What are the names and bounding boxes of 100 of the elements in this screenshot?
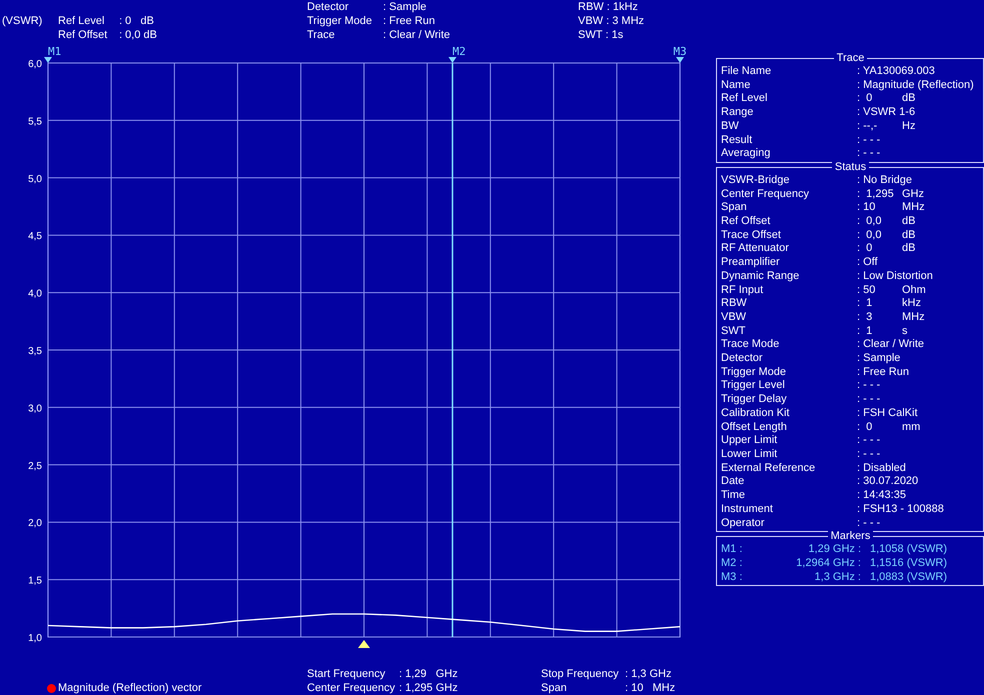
- y-tick-label: 2,0: [28, 518, 42, 530]
- field-unit: MHz: [902, 201, 926, 216]
- frequency-setting: Stop Frequency : 1,3 GHz: [541, 667, 672, 681]
- field-label: Trace Offset: [721, 228, 782, 242]
- field-value: : 0,0: [857, 228, 882, 242]
- field-label: Operator: [721, 516, 766, 530]
- header-setting: Trigger Mode : Free Run: [307, 14, 436, 28]
- field-value: : Free Run: [857, 366, 910, 380]
- field-unit: dB: [902, 92, 916, 106]
- y-tick-label: 2,5: [28, 460, 42, 472]
- field-unit: dB: [902, 228, 916, 242]
- field-unit: mm: [902, 420, 922, 434]
- marker-value: 1,0883 (VSWR): [869, 570, 948, 584]
- field-unit: dB: [902, 242, 916, 256]
- marker-frequency: 1,2964 GHz :: [795, 556, 861, 571]
- field-label: Ref Offset: [721, 215, 772, 229]
- field-label: Upper Limit: [721, 434, 778, 448]
- field-label: Span: [721, 201, 748, 216]
- field-value: : 3: [857, 310, 874, 325]
- field-label: SWT: [721, 324, 746, 338]
- field-label: Trigger Mode: [721, 366, 788, 380]
- header-setting: Ref Offset : 0,0 dB: [58, 28, 158, 42]
- y-tick-label: 6,0: [28, 59, 42, 70]
- frequency-setting: Span : 10 MHz: [541, 681, 676, 695]
- field-unit: GHz: [902, 188, 925, 202]
- field-label: Trigger Delay: [721, 393, 788, 407]
- field-label: Averaging: [721, 147, 772, 161]
- field-value: : VSWR 1-6: [857, 106, 916, 120]
- field-label: Result: [721, 134, 754, 148]
- marker-triangle-icon: [448, 57, 456, 63]
- header-setting: SWT : 1s: [578, 28, 624, 42]
- field-value: : 1: [857, 297, 874, 311]
- marker-frequency: 1,29 GHz :: [807, 543, 861, 557]
- field-label: RF Attenuator: [721, 242, 790, 256]
- marker-name: M1 :: [721, 543, 744, 557]
- field-label: Ref Level: [721, 92, 768, 106]
- y-tick-label: 5,0: [28, 174, 42, 185]
- field-value: : - - -: [857, 393, 882, 407]
- y-tick-label: 5,5: [28, 116, 42, 128]
- field-value: : - - -: [857, 516, 882, 530]
- marker-label: M3: [673, 45, 687, 58]
- header-setting: Ref Level : 0 dB: [58, 14, 155, 28]
- field-label: Center Frequency: [721, 188, 810, 202]
- field-value: : FSH CalKit: [857, 406, 919, 421]
- marker-frequency: 1,3 GHz :: [814, 570, 861, 584]
- field-label: Preamplifier: [721, 256, 781, 270]
- field-value: : 1: [857, 324, 874, 338]
- field-value: : 10: [857, 201, 876, 216]
- field-unit: s: [902, 324, 908, 338]
- legend-label: Magnitude (Reflection) vector: [58, 681, 202, 695]
- field-value: : Magnitude (Reflection): [857, 78, 975, 92]
- field-value: : 1,295: [857, 188, 895, 202]
- field-value: : - - -: [857, 147, 882, 161]
- field-label: Detector: [721, 352, 764, 366]
- field-value: : - - -: [857, 379, 882, 394]
- field-value: : 14:43:35: [857, 489, 907, 503]
- field-value: : 0: [857, 420, 874, 434]
- y-tick-label: 1,0: [28, 633, 42, 644]
- marker-triangle-icon: [676, 57, 684, 63]
- y-tick-label: 3,0: [28, 403, 42, 414]
- field-label: Trigger Level: [721, 379, 786, 394]
- field-value: : No Bridge: [857, 174, 914, 188]
- field-label: Time: [721, 489, 746, 503]
- field-label: Offset Length: [721, 420, 788, 434]
- field-label: Date: [721, 475, 746, 490]
- field-value: : - - -: [857, 134, 882, 148]
- y-tick-label: 3,5: [28, 346, 42, 357]
- field-label: Range: [721, 106, 754, 120]
- field-value: : Low Distortion: [857, 270, 934, 284]
- y-tick-label: 4,5: [28, 231, 42, 242]
- field-value: : - - -: [857, 434, 882, 448]
- field-unit: Ohm: [902, 284, 927, 298]
- field-label: VBW: [721, 310, 748, 325]
- field-label: RBW: [721, 297, 748, 311]
- field-value: : 0,0: [857, 215, 882, 229]
- field-value: : 30.07.2020: [857, 475, 920, 490]
- field-label: RF Input: [721, 284, 764, 298]
- field-label: Name: [721, 78, 752, 92]
- field-value: : 50: [857, 284, 876, 298]
- unit-label: (VSWR): [2, 14, 44, 28]
- field-label: VSWR-Bridge: [721, 174, 790, 188]
- frequency-setting: Start Frequency : 1,29 GHz: [307, 667, 459, 681]
- frequency-setting: Center Frequency : 1,295 GHz: [307, 681, 459, 695]
- field-value: : Clear / Write: [857, 338, 926, 352]
- field-label: Calibration Kit: [721, 406, 790, 421]
- field-unit: kHz: [902, 297, 922, 311]
- field-value: : YA130069.003: [857, 65, 936, 79]
- field-value: : Sample: [857, 352, 902, 366]
- marker-label: M1: [48, 45, 62, 58]
- field-label: Dynamic Range: [721, 270, 800, 284]
- header-setting: VBW : 3 MHz: [578, 14, 646, 28]
- marker-value: 1,1058 (VSWR): [869, 543, 948, 557]
- field-label: Lower Limit: [721, 448, 778, 462]
- header-setting: Trace : Clear / Write: [307, 28, 452, 42]
- field-label: BW: [721, 120, 740, 134]
- marker-name: M2 :: [721, 556, 744, 571]
- field-label: File Name: [721, 65, 772, 79]
- field-label: Trace Mode: [721, 338, 780, 352]
- field-value: : Disabled: [857, 462, 907, 476]
- field-value: : 0: [857, 242, 874, 256]
